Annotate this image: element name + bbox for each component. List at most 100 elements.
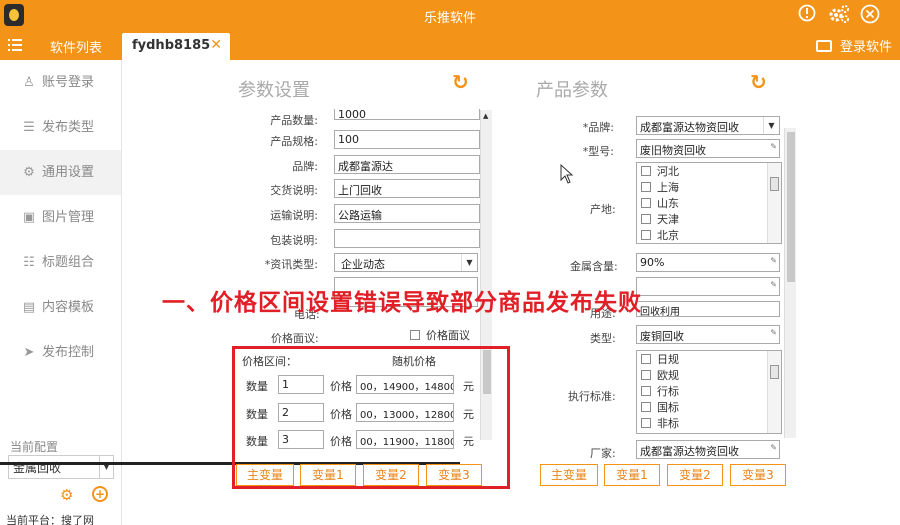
gear-icon[interactable] <box>828 4 850 30</box>
type-label: 类型: <box>590 332 616 345</box>
add-config-icon[interactable]: + <box>92 486 108 502</box>
sidebar-item-publish-type[interactable]: ☰ 发布类型 <box>0 105 121 150</box>
form-row-packaging: 包装说明: <box>230 229 480 249</box>
login-label: 登录软件 <box>839 40 892 55</box>
send-icon: ➤ <box>23 345 35 360</box>
annotation-caption: 一、价格区间设置错误导致部分商品发布失败 <box>162 290 642 316</box>
origin-option[interactable]: 北京 <box>637 227 781 243</box>
window-title: 乐推软件 <box>423 11 476 26</box>
packaging-input[interactable] <box>334 229 480 248</box>
product-extra-input[interactable]: ✎ <box>636 277 780 296</box>
origin-option[interactable]: 天津 <box>637 211 781 227</box>
product-variable2-button[interactable]: 变量2 <box>667 464 723 486</box>
param-panel-title: 参数设置 <box>238 80 310 101</box>
price-negotiable-check-label: 价格面议 <box>426 329 470 342</box>
info-type-select[interactable]: 企业动态 ▼ <box>334 253 478 272</box>
tab-software-list[interactable]: 软件列表 <box>50 37 102 56</box>
product-brand-select[interactable]: 成都富源达物资回收 ▼ <box>636 116 780 135</box>
sidebar-item-content-template[interactable]: ▤ 内容模板 <box>0 285 121 330</box>
quantity-label: 产品数量: <box>270 114 318 127</box>
origin-option[interactable]: 河北 <box>637 163 781 179</box>
template-icon: ▤ <box>22 300 36 315</box>
metal-content-label: 金属含量: <box>570 260 618 273</box>
price-range-highlight-box <box>232 346 510 489</box>
product-refresh-icon[interactable]: ↻ <box>750 70 767 94</box>
standard-scrollbar[interactable] <box>767 351 781 433</box>
checkbox-icon <box>641 418 651 428</box>
product-variable1-button[interactable]: 变量1 <box>604 464 660 486</box>
maker-label: 厂家: <box>590 447 616 460</box>
tab-close-icon[interactable]: ✕ <box>210 37 222 53</box>
metal-content-input[interactable]: 90% ✎ <box>636 253 780 272</box>
sidebar-item-label: 标题组合 <box>42 255 95 270</box>
maker-input[interactable]: 成都富源达物资回收 ✎ <box>636 440 780 459</box>
standard-checklist[interactable]: 日规 欧规 行标 国标 非标 <box>636 350 782 434</box>
price-negotiable-checkbox[interactable]: 价格面议 <box>410 327 470 343</box>
current-platform-status: 当前平台：搜了网 <box>6 514 94 525</box>
edit-icon: ✎ <box>770 142 777 151</box>
product-variable3-button[interactable]: 变量3 <box>730 464 786 486</box>
sidebar-item-publish-control[interactable]: ➤ 发布控制 <box>0 330 121 375</box>
chevron-down-icon: ▼ <box>461 254 477 271</box>
option-label: 北京 <box>657 229 679 242</box>
product-main-variable-button[interactable]: 主变量 <box>540 464 598 486</box>
checkbox-icon <box>641 402 651 412</box>
standard-option[interactable]: 国标 <box>637 399 781 415</box>
config-gear-icon[interactable]: ⚙ <box>60 486 73 504</box>
option-label: 上海 <box>657 181 679 194</box>
standard-option[interactable]: 非标 <box>637 415 781 431</box>
form-row-spec: 产品规格: 100 <box>230 130 480 150</box>
brand-input[interactable]: 成都富源达 <box>334 155 480 174</box>
origin-scrollbar[interactable] <box>767 163 781 243</box>
settings-icon: ⚙ <box>23 165 35 180</box>
maker-value: 成都富源达物资回收 <box>640 445 739 458</box>
standard-option[interactable]: 行标 <box>637 383 781 399</box>
param-refresh-icon[interactable]: ↻ <box>452 70 469 94</box>
metal-content-value: 90% <box>640 256 665 269</box>
checkbox-icon <box>641 182 651 192</box>
login-software-button[interactable]: 登录软件 <box>815 36 892 55</box>
delivery-input[interactable]: 上门回收 <box>334 179 480 198</box>
use-input[interactable]: 回收利用 <box>636 301 780 317</box>
spec-input[interactable]: 100 <box>334 130 480 149</box>
list-icon: ☷ <box>23 255 35 270</box>
standard-scroll-thumb[interactable] <box>770 365 779 379</box>
checkbox-icon <box>410 330 420 340</box>
origin-option[interactable]: 山东 <box>637 195 781 211</box>
sidebar-item-image-management[interactable]: ▣ 图片管理 <box>0 195 121 240</box>
quantity-input[interactable]: 1000 <box>334 109 480 120</box>
spec-label: 产品规格: <box>270 135 318 148</box>
option-label: 山东 <box>657 197 679 210</box>
checkbox-icon <box>641 386 651 396</box>
checkbox-icon <box>641 198 651 208</box>
standard-option[interactable]: 欧规 <box>637 367 781 383</box>
close-icon[interactable] <box>860 4 880 30</box>
scroll-up-icon[interactable]: ▲ <box>483 112 488 120</box>
tab-active-account[interactable]: fydhb8185 ✕ <box>122 33 230 60</box>
product-model-label: *型号: <box>582 145 614 158</box>
product-scrollbar[interactable] <box>784 128 796 438</box>
current-config-select[interactable]: 金属回收 ▼ <box>8 455 114 479</box>
standard-option[interactable]: 日规 <box>637 351 781 367</box>
origin-checklist[interactable]: 河北 上海 山东 天津 北京 <box>636 162 782 244</box>
sidebar-item-title-combination[interactable]: ☷ 标题组合 <box>0 240 121 285</box>
type-input[interactable]: 废铜回收 ✎ <box>636 325 780 344</box>
sidebar-item-label: 内容模板 <box>42 300 95 315</box>
origin-scroll-thumb[interactable] <box>770 177 779 191</box>
origin-option[interactable]: 上海 <box>637 179 781 195</box>
delivery-label: 交货说明: <box>270 184 318 197</box>
sidebar-item-general-settings[interactable]: ⚙ 通用设置 <box>0 150 121 195</box>
sidebar-item-label: 发布控制 <box>42 345 95 360</box>
sidebar-item-label: 发布类型 <box>42 120 95 135</box>
transport-input[interactable]: 公路运输 <box>334 204 480 223</box>
product-scroll-thumb[interactable] <box>787 132 795 282</box>
sidebar-item-account-login[interactable]: ♙ 账号登录 <box>0 60 121 105</box>
info-type-label: *资讯类型: <box>264 258 318 271</box>
menu-icon[interactable] <box>8 36 22 55</box>
checkbox-icon <box>641 214 651 224</box>
checkbox-icon <box>641 370 651 380</box>
info-icon[interactable] <box>798 4 816 28</box>
edit-icon: ✎ <box>770 443 777 452</box>
sidebar-item-label: 通用设置 <box>42 165 95 180</box>
product-model-input[interactable]: 废旧物资回收 ✎ <box>636 139 780 158</box>
